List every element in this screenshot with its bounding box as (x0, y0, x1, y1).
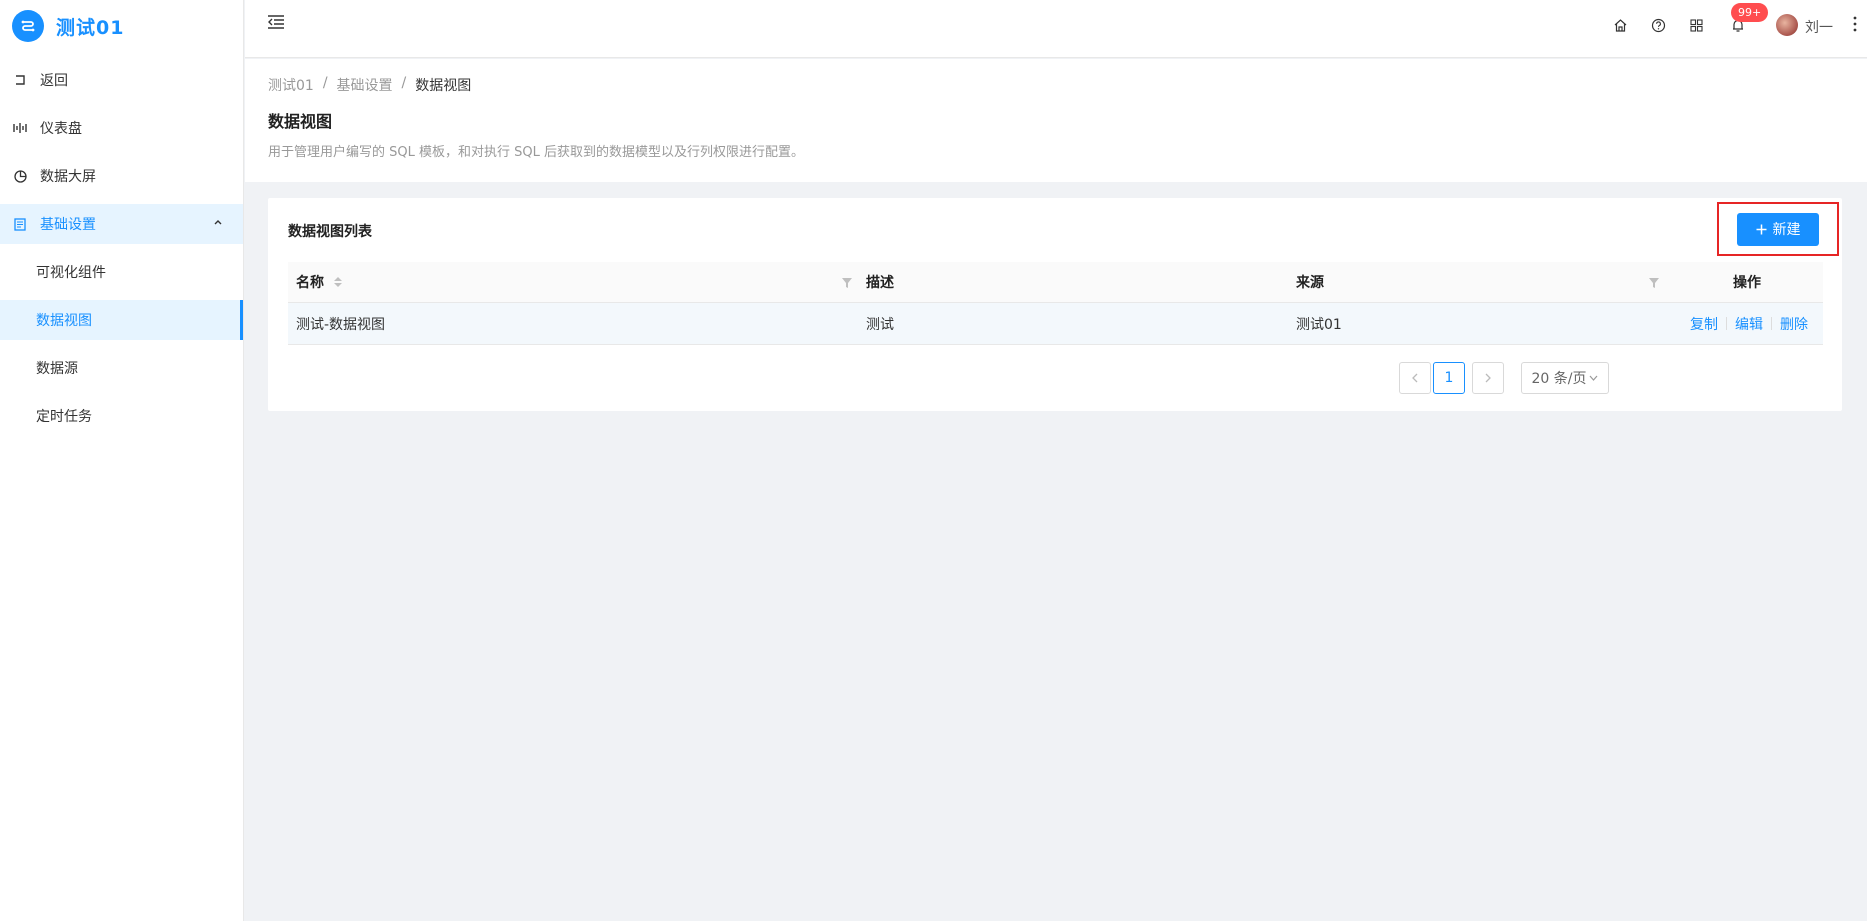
sidebar-item-dashboard[interactable]: 仪表盘 (0, 108, 243, 148)
filter-icon[interactable] (842, 278, 852, 288)
page-header: 测试01 / 基础设置 / 数据视图 数据视图 用于管理用户编写的 SQL 模板… (245, 59, 1867, 182)
menu-fold-icon[interactable] (267, 14, 285, 30)
sidebar-subitem-scheduled-tasks[interactable]: 定时任务 (0, 396, 243, 436)
column-label: 描述 (866, 275, 894, 291)
sidebar-subitem-data-source[interactable]: 数据源 (0, 348, 243, 388)
page-1-button[interactable]: 1 (1433, 362, 1465, 394)
page-size-select[interactable]: 20 条/页 (1521, 362, 1609, 394)
breadcrumb-item[interactable]: 基础设置 (337, 75, 393, 95)
dashboard-icon (12, 120, 28, 136)
divider (1726, 317, 1727, 330)
plus-icon (1756, 224, 1766, 234)
sidebar-subitem-data-view[interactable]: 数据视图 (0, 300, 243, 340)
divider (1771, 317, 1772, 330)
data-view-list-card: 数据视图列表 新建 名称 描述 来源 操作 测试-数据视图 测试 测试01 复制… (268, 198, 1842, 411)
sidebar: 测试01 返回 仪表盘 数据大屏 基础设置 可视化组件 数据视图 数据源 定时任… (0, 0, 244, 921)
pagination: 1 20 条/页 (1399, 362, 1609, 394)
breadcrumb-separator: / (401, 75, 407, 91)
column-description-header: 描述 (866, 262, 894, 302)
edit-link[interactable]: 编辑 (1735, 314, 1763, 334)
table-header: 名称 描述 来源 操作 (288, 262, 1823, 303)
username[interactable]: 刘一 (1805, 17, 1833, 37)
sidebar-item-basic-settings[interactable]: 基础设置 (0, 204, 243, 244)
chevron-left-icon (1412, 373, 1418, 383)
sidebar-subitem-label: 可视化组件 (36, 265, 106, 281)
app-logo[interactable]: 测试01 (0, 0, 243, 52)
breadcrumb-separator: / (322, 75, 328, 91)
new-button-label: 新建 (1772, 222, 1801, 238)
prev-page-button[interactable] (1399, 362, 1431, 394)
avatar[interactable] (1776, 14, 1798, 36)
more-vertical-icon[interactable] (1852, 15, 1858, 33)
card-title: 数据视图列表 (288, 224, 372, 240)
sidebar-item-label: 仪表盘 (40, 121, 82, 137)
sidebar-item-label: 数据大屏 (40, 169, 96, 185)
breadcrumb: 测试01 / 基础设置 / 数据视图 (268, 75, 471, 95)
help-icon[interactable] (1649, 16, 1667, 34)
chevron-up-icon (213, 218, 223, 226)
breadcrumb-current: 数据视图 (415, 78, 472, 94)
sidebar-item-label: 基础设置 (40, 217, 96, 233)
filter-icon[interactable] (1649, 278, 1659, 288)
column-name-header[interactable]: 名称 (296, 262, 342, 302)
app-title: 测试01 (56, 16, 125, 39)
row-actions: 复制 编辑 删除 (1690, 303, 1808, 344)
chevron-down-icon (1590, 375, 1598, 381)
back-icon (12, 72, 28, 88)
sidebar-item-big-screen[interactable]: 数据大屏 (0, 156, 243, 196)
page-title: 数据视图 (268, 112, 333, 131)
row-name: 测试-数据视图 (296, 316, 386, 333)
delete-link[interactable]: 删除 (1780, 314, 1808, 334)
column-label: 来源 (1296, 275, 1324, 291)
sidebar-item-label: 返回 (40, 73, 68, 89)
notification-badge: 99+ (1731, 3, 1769, 22)
next-page-button[interactable] (1472, 362, 1504, 394)
copy-link[interactable]: 复制 (1690, 314, 1718, 334)
logo-icon (12, 10, 44, 42)
page-size-label: 20 条/页 (1531, 371, 1587, 387)
sidebar-subitem-label: 数据源 (36, 361, 78, 377)
home-icon[interactable] (1611, 16, 1629, 34)
breadcrumb-item[interactable]: 测试01 (268, 75, 314, 95)
row-source: 测试01 (1296, 316, 1342, 333)
highlight-box: 新建 (1717, 202, 1839, 256)
data-view-table: 名称 描述 来源 操作 测试-数据视图 测试 测试01 复制 编辑 删除 (288, 262, 1823, 345)
sidebar-subitem-visual-components[interactable]: 可视化组件 (0, 252, 243, 292)
column-source-header: 来源 (1296, 262, 1324, 302)
column-actions-header: 操作 (1733, 262, 1761, 302)
settings-doc-icon (12, 216, 28, 232)
sidebar-item-back[interactable]: 返回 (0, 60, 243, 100)
chevron-right-icon (1485, 373, 1491, 383)
new-button[interactable]: 新建 (1737, 212, 1819, 246)
column-label: 操作 (1733, 275, 1761, 291)
column-label: 名称 (296, 275, 324, 291)
row-description: 测试 (866, 316, 894, 333)
sort-icon[interactable] (334, 277, 342, 287)
pie-chart-icon (12, 168, 28, 184)
table-row: 测试-数据视图 测试 测试01 复制 编辑 删除 (288, 303, 1823, 345)
sidebar-subitem-label: 定时任务 (36, 409, 92, 425)
page-description: 用于管理用户编写的 SQL 模板，和对执行 SQL 后获取到的数据模型以及行列权… (268, 145, 804, 160)
apps-icon[interactable] (1687, 16, 1705, 34)
sidebar-subitem-label: 数据视图 (36, 313, 92, 329)
